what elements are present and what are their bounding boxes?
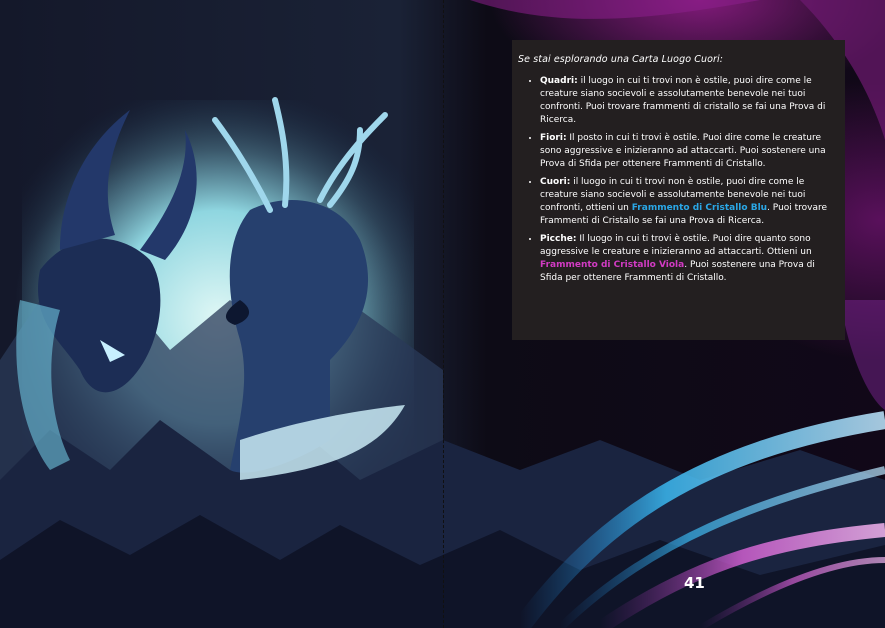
violet-crystal-highlight: Frammento di Cristallo Viola <box>540 260 685 270</box>
intro-text: Se stai esplorando una Carta Luogo Cuori… <box>518 54 724 65</box>
suit-text: Il luogo in cui ti trovi è ostile. Puoi … <box>540 234 812 257</box>
suit-label: Cuori: <box>540 177 571 187</box>
list-item: Quadri: il luogo in cui ti trovi non è o… <box>540 75 837 127</box>
list-item: Fiori: Il posto in cui ti trovi è ostile… <box>540 132 837 171</box>
suit-label: Quadri: <box>540 76 578 86</box>
suit-label: Fiori: <box>540 133 567 143</box>
suit-text: Il posto in cui ti trovi è ostile. Puoi … <box>540 133 826 169</box>
page-number: 41 <box>684 574 705 592</box>
page-fold-line <box>443 0 444 628</box>
list-item: Picche: Il luogo in cui ti trovi è ostil… <box>540 233 837 285</box>
suit-list: Quadri: il luogo in cui ti trovi non è o… <box>518 75 837 285</box>
list-item: Cuori: il luogo in cui ti trovi non è os… <box>540 176 837 228</box>
blue-crystal-highlight: Frammento di Cristallo Blu <box>631 203 768 213</box>
rules-text-box: Se stai esplorando una Carta Luogo Cuori… <box>512 40 845 340</box>
book-spread: Se stai esplorando una Carta Luogo Cuori… <box>0 0 885 628</box>
suit-label: Picche: <box>540 234 577 244</box>
suit-text: il luogo in cui ti trovi non è ostile, p… <box>540 76 826 125</box>
